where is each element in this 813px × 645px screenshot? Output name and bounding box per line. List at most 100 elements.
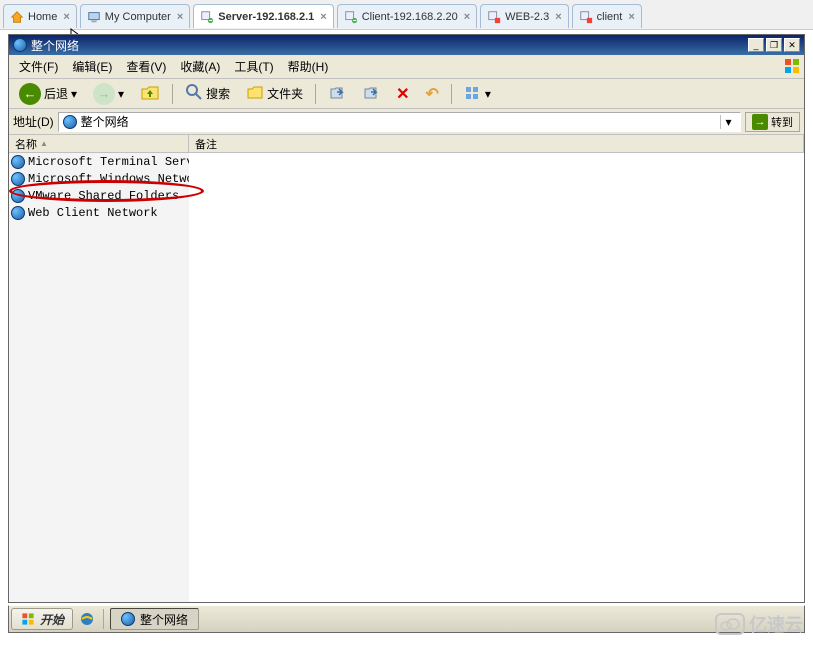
network-resource-icon [11,206,25,220]
comment-column [189,153,804,602]
undo-button[interactable]: ↶ [420,81,445,107]
list-item[interactable]: VMware Shared Folders [9,187,189,204]
item-label: VMware Shared Folders [28,189,179,203]
folders-label: 文件夹 [267,85,303,102]
vm-tab-label: My Computer [105,11,171,23]
tab-close-icon[interactable]: × [61,11,71,23]
back-button[interactable]: ← 后退 ▾ [13,80,83,108]
copyto-icon [328,85,346,103]
copy-to-button[interactable] [322,82,352,106]
window-title: 整个网络 [31,37,79,54]
back-label: 后退 [44,85,68,102]
up-button[interactable] [134,79,166,108]
vm-tab-label: Server-192.168.2.1 [218,11,314,23]
column-name-header[interactable]: 名称 ▲ [9,135,189,152]
item-label: Web Client Network [28,206,158,220]
globe-icon [13,38,27,52]
views-button[interactable]: ▾ [458,82,497,106]
address-label: 地址(D) [13,113,54,130]
tab-close-icon[interactable]: × [175,11,185,23]
back-arrow-icon: ← [19,83,41,105]
moveto-icon [362,85,380,103]
vm-tab-label: Home [28,11,57,23]
item-label: Microsoft Terminal Serv... [28,155,189,169]
vm-tab-client[interactable]: client × [572,4,642,28]
vm-tab-web[interactable]: WEB-2.3 × [480,4,568,28]
menu-view[interactable]: 查看(V) [120,56,172,77]
name-column: Microsoft Terminal Serv... Microsoft Win… [9,153,189,602]
taskbar-task-active[interactable]: 整个网络 [110,608,199,630]
move-to-button[interactable] [356,82,386,106]
address-dropdown-icon[interactable]: ▾ [720,115,736,129]
search-icon [185,83,203,104]
computer-icon [87,10,101,24]
column-headers: 名称 ▲ 备注 [9,135,804,153]
address-input[interactable]: 整个网络 ▾ [58,112,741,132]
close-button[interactable]: ✕ [784,38,800,52]
network-resource-icon [11,172,25,186]
dropdown-arrow-icon: ▾ [71,87,77,101]
vm-power-on-icon [200,10,214,24]
delete-button[interactable]: ✕ [390,81,415,107]
vm-stopped-icon [487,10,501,24]
item-label: Microsoft Windows Network [28,172,189,186]
restore-button[interactable]: ❐ [766,38,782,52]
menu-file[interactable]: 文件(F) [13,56,64,77]
windows-flag-icon [782,56,802,76]
taskbar: 开始 整个网络 [8,605,805,633]
tab-close-icon[interactable]: × [626,11,636,23]
column-comment-header[interactable]: 备注 [189,135,804,152]
vm-tab-client20[interactable]: Client-192.168.2.20 × [337,4,477,28]
up-folder-icon [140,82,160,105]
quicklaunch-ie[interactable] [77,609,97,629]
list-item[interactable]: Microsoft Windows Network [9,170,189,187]
sort-asc-icon: ▲ [40,139,48,148]
list-item[interactable]: Web Client Network [9,204,189,221]
vm-stopped-icon [579,10,593,24]
addressbar: 地址(D) 整个网络 ▾ → 转到 [9,109,804,135]
globe-icon [121,612,135,626]
vm-tab-home[interactable]: Home × [3,4,77,28]
list-item[interactable]: Microsoft Terminal Serv... [9,153,189,170]
vm-tab-label: WEB-2.3 [505,11,549,23]
network-resource-icon [11,189,25,203]
undo-icon: ↶ [426,84,439,104]
menu-tools[interactable]: 工具(T) [228,56,279,77]
ie-icon [79,611,95,627]
menubar: 文件(F) 编辑(E) 查看(V) 收藏(A) 工具(T) 帮助(H) [9,55,804,79]
folders-button[interactable]: 文件夹 [240,80,309,107]
dropdown-arrow-icon: ▾ [485,87,491,101]
vm-tab-label: client [597,11,623,23]
vm-tab-bar: Home × My Computer × Server-192.168.2.1 … [0,0,813,30]
address-value: 整个网络 [81,113,129,130]
network-resource-icon [11,155,25,169]
vm-tab-server[interactable]: Server-192.168.2.1 × [193,4,333,28]
vm-tab-label: Client-192.168.2.20 [362,11,458,23]
explorer-window: 整个网络 _ ❐ ✕ 文件(F) 编辑(E) 查看(V) 收藏(A) 工具(T)… [8,34,805,603]
tab-close-icon[interactable]: × [553,11,563,23]
menu-help[interactable]: 帮助(H) [282,56,335,77]
start-label: 开始 [40,611,64,628]
titlebar[interactable]: 整个网络 _ ❐ ✕ [9,35,804,55]
folders-icon [246,83,264,104]
menu-favorites[interactable]: 收藏(A) [174,56,226,77]
views-icon [464,85,482,103]
start-button[interactable]: 开始 [11,608,73,630]
vm-power-on-icon [344,10,358,24]
search-button[interactable]: 搜索 [179,80,236,107]
tab-close-icon[interactable]: × [318,11,328,23]
forward-arrow-icon: → [93,83,115,105]
tab-close-icon[interactable]: × [462,11,472,23]
globe-icon [63,115,77,129]
menu-edit[interactable]: 编辑(E) [66,56,118,77]
toolbar: ← 后退 ▾ → ▾ 搜索 文件夹 [9,79,804,109]
dropdown-arrow-icon: ▾ [118,87,124,101]
task-label: 整个网络 [140,611,188,628]
windows-flag-icon [20,611,36,627]
go-label: 转到 [771,114,793,130]
vm-tab-mycomputer[interactable]: My Computer × [80,4,190,28]
go-arrow-icon: → [752,114,768,130]
forward-button[interactable]: → ▾ [87,80,130,108]
go-button[interactable]: → 转到 [745,112,800,132]
minimize-button[interactable]: _ [748,38,764,52]
